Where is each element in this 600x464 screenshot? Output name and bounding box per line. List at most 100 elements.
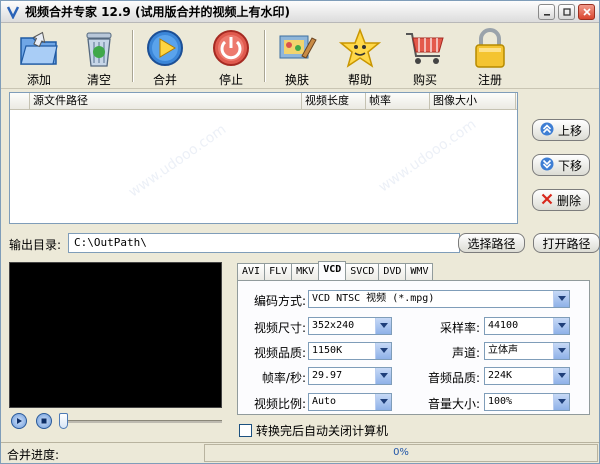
volume-select[interactable]: 100% <box>484 393 570 411</box>
app-window: 视频合并专家 12.9 (试用版合并的视频上有水印) 添加 清空 合并 停止 换… <box>0 0 600 464</box>
window-title: 视频合并专家 12.9 (试用版合并的视频上有水印) <box>25 5 290 19</box>
aspect-ratio-select[interactable]: Auto <box>308 393 392 411</box>
arrow-down-icon <box>540 157 554 174</box>
power-icon <box>209 26 253 69</box>
toolbar-separator <box>132 30 134 82</box>
video-size-label: 视频尺寸: <box>253 321 306 335</box>
column-framerate[interactable]: 帧率 <box>366 93 430 109</box>
output-label: 输出目录: <box>9 238 62 252</box>
stop-preview-button[interactable] <box>36 413 52 429</box>
stop-small-icon <box>40 415 48 428</box>
format-tabs: AVI FLV MKV VCD SVCD DVD WMV <box>237 261 434 281</box>
shopping-cart-icon <box>403 26 447 69</box>
audio-quality-select[interactable]: 224K <box>484 367 570 385</box>
help-label: 帮助 <box>347 73 372 87</box>
register-button[interactable]: 注册 <box>462 24 518 88</box>
delete-button[interactable]: 删除 <box>532 189 590 211</box>
app-icon <box>5 4 21 20</box>
status-bar: 合并进度: 0% <box>1 442 599 463</box>
stop-button[interactable]: 停止 <box>203 24 259 88</box>
chevron-down-icon <box>553 343 569 359</box>
channel-select[interactable]: 立体声 <box>484 342 570 360</box>
choose-path-button[interactable]: 选择路径 <box>458 233 525 253</box>
chevron-down-icon <box>553 318 569 334</box>
minimize-button[interactable] <box>538 4 555 20</box>
seek-track[interactable] <box>59 420 222 423</box>
video-quality-value: 1150K <box>312 345 343 356</box>
framerate-select[interactable]: 29.97 <box>308 367 392 385</box>
playback-controls <box>9 411 222 431</box>
add-button[interactable]: 添加 <box>11 24 67 88</box>
delete-x-icon <box>541 193 553 208</box>
chevron-down-icon <box>553 394 569 410</box>
buy-label: 购买 <box>412 73 437 87</box>
codec-select[interactable]: VCD NTSC 视频 (*.mpg) <box>308 290 570 308</box>
merge-progress-text: 0% <box>393 447 409 458</box>
output-path-input[interactable]: C:\OutPath\ <box>68 233 460 253</box>
tab-wmv[interactable]: WMV <box>405 263 434 280</box>
sample-rate-label: 采样率: <box>439 321 480 335</box>
tab-vcd[interactable]: VCD <box>318 261 347 280</box>
tab-mkv[interactable]: MKV <box>291 263 320 280</box>
seek-slider-thumb[interactable] <box>59 413 68 429</box>
toolbar: 添加 清空 合并 停止 换肤 帮助 购买 注册 <box>1 24 599 89</box>
star-icon <box>338 26 382 69</box>
tab-flv[interactable]: FLV <box>264 263 293 280</box>
sample-rate-select[interactable]: 44100 <box>484 317 570 335</box>
chevron-down-icon <box>553 368 569 384</box>
arrow-up-icon <box>540 122 554 139</box>
clear-button[interactable]: 清空 <box>71 24 127 88</box>
video-quality-select[interactable]: 1150K <box>308 342 392 360</box>
chevron-down-icon <box>375 368 391 384</box>
move-down-button[interactable]: 下移 <box>532 154 590 176</box>
codec-value: VCD NTSC 视频 (*.mpg) <box>312 293 435 304</box>
tab-dvd[interactable]: DVD <box>378 263 407 280</box>
register-label: 注册 <box>477 73 502 87</box>
merge-progress-bar: 0% <box>204 444 598 462</box>
column-image-size[interactable]: 图像大小 <box>430 93 516 109</box>
palette-icon <box>275 26 319 69</box>
chevron-down-icon <box>375 343 391 359</box>
column-duration[interactable]: 视频长度 <box>302 93 366 109</box>
skin-button[interactable]: 换肤 <box>269 24 325 88</box>
video-size-select[interactable]: 352x240 <box>308 317 392 335</box>
video-quality-label: 视频品质: <box>253 346 306 360</box>
skin-label: 换肤 <box>284 73 309 87</box>
help-button[interactable]: 帮助 <box>332 24 388 88</box>
play-preview-button[interactable] <box>11 413 27 429</box>
audio-quality-label: 音频品质: <box>427 371 480 385</box>
close-button[interactable] <box>578 4 595 20</box>
title-bar: 视频合并专家 12.9 (试用版合并的视频上有水印) <box>1 1 599 23</box>
column-source-path[interactable]: 源文件路径 <box>30 93 302 109</box>
delete-label: 删除 <box>556 193 581 208</box>
framerate-label: 帧率/秒: <box>261 371 306 385</box>
header-spacer <box>10 93 30 109</box>
tab-avi[interactable]: AVI <box>237 263 266 280</box>
video-size-value: 352x240 <box>312 320 355 331</box>
buy-button[interactable]: 购买 <box>397 24 453 88</box>
codec-label: 编码方式: <box>253 294 306 308</box>
open-path-button[interactable]: 打开路径 <box>533 233 600 253</box>
aspect-ratio-value: Auto <box>312 396 337 407</box>
channel-label: 声道: <box>451 346 480 360</box>
auto-shutdown-checkbox[interactable] <box>239 423 252 437</box>
tab-svcd[interactable]: SVCD <box>345 263 380 280</box>
aspect-ratio-label: 视频比例: <box>253 397 306 411</box>
maximize-button[interactable] <box>558 4 575 20</box>
auto-shutdown-label: 转换完后自动关闭计算机 <box>256 423 389 438</box>
move-up-button[interactable]: 上移 <box>532 119 590 141</box>
framerate-value: 29.97 <box>312 370 343 381</box>
chevron-down-icon <box>375 394 391 410</box>
auto-shutdown-option[interactable]: 转换完后自动关闭计算机 <box>239 422 388 438</box>
clear-label: 清空 <box>86 73 111 87</box>
chevron-down-icon <box>375 318 391 334</box>
output-row: 输出目录: C:\OutPath\ 选择路径 打开路径 <box>9 233 600 253</box>
file-list[interactable]: 源文件路径 视频长度 帧率 图像大小 www.udooo.com www.udo… <box>9 92 518 224</box>
recycle-bin-icon <box>77 26 121 69</box>
toolbar-separator <box>264 30 266 82</box>
folder-add-icon <box>17 26 61 69</box>
merge-button[interactable]: 合并 <box>137 24 193 88</box>
lock-icon <box>468 26 512 69</box>
audio-quality-value: 224K <box>488 370 513 381</box>
add-label: 添加 <box>26 73 51 87</box>
